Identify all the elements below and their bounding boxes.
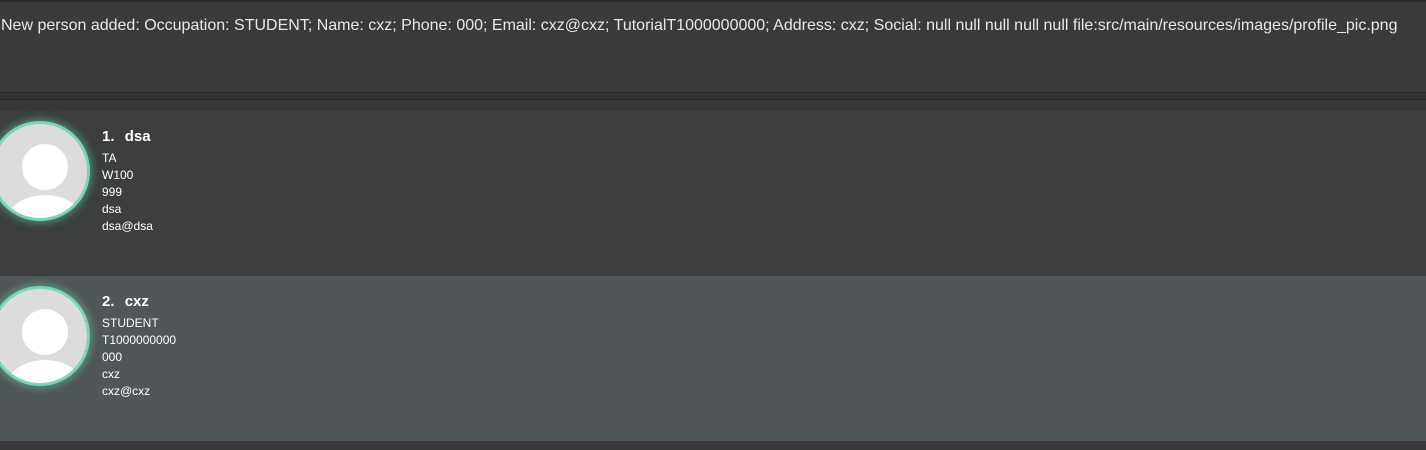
person-name-line: 1. dsa bbox=[102, 128, 151, 145]
avatar-head bbox=[22, 309, 68, 355]
person-occupation: TA bbox=[102, 151, 117, 165]
person-card[interactable]: 1. dsa TA W100 999 dsa dsa@dsa bbox=[0, 111, 1426, 276]
person-card[interactable]: 2. cxz STUDENT T1000000000 000 cxz cxz@c… bbox=[0, 276, 1426, 441]
avatar-body bbox=[5, 360, 85, 383]
panel-divider[interactable] bbox=[0, 92, 1426, 100]
person-occupation: STUDENT bbox=[102, 316, 159, 330]
person-address: cxz bbox=[102, 367, 120, 381]
person-email: cxz@cxz bbox=[102, 384, 151, 398]
person-phone: 999 bbox=[102, 185, 123, 199]
avatar-body bbox=[5, 195, 85, 218]
person-name: cxz bbox=[124, 293, 149, 310]
person-tutorial: W100 bbox=[102, 168, 134, 182]
default-profile-icon bbox=[0, 121, 90, 221]
person-name-line: 2. cxz bbox=[102, 293, 149, 310]
person-tutorial: T1000000000 bbox=[102, 333, 177, 347]
person-address: dsa bbox=[102, 202, 122, 216]
person-phone: 000 bbox=[102, 350, 123, 364]
person-email: dsa@dsa bbox=[102, 219, 153, 233]
person-list-panel[interactable]: 1. dsa TA W100 999 dsa dsa@dsa 2. cxz ST… bbox=[0, 100, 1426, 450]
avatar-head bbox=[22, 144, 68, 190]
person-index: 2. bbox=[102, 293, 115, 310]
result-display: New person added: Occupation: STUDENT; N… bbox=[0, 0, 1426, 94]
person-index: 1. bbox=[102, 128, 115, 145]
default-profile-icon bbox=[0, 286, 90, 386]
person-details: TA W100 999 dsa dsa@dsa bbox=[102, 150, 153, 235]
person-details: STUDENT T1000000000 000 cxz cxz@cxz bbox=[102, 315, 176, 400]
result-message: New person added: Occupation: STUDENT; N… bbox=[1, 17, 1398, 34]
person-name: dsa bbox=[124, 128, 151, 145]
